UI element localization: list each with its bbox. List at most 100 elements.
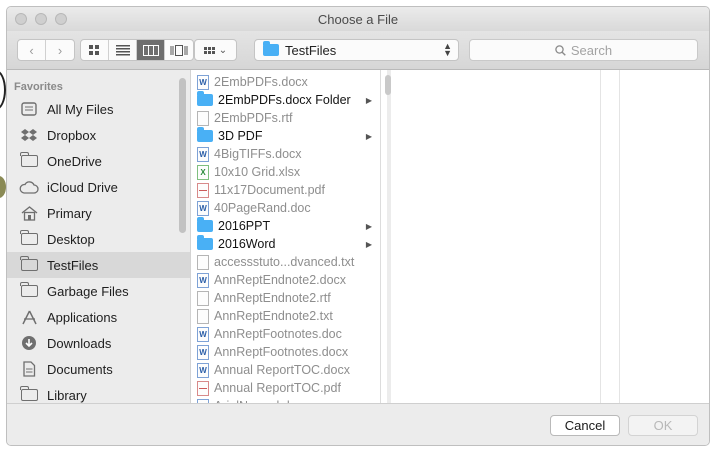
document-icon [197,290,209,306]
cloud-icon [19,152,39,169]
list-view-icon [115,44,130,55]
empty-column [601,70,620,403]
file-row[interactable]: W AnnReptEndnote2.docx [191,271,380,289]
file-row[interactable]: AnnReptEndnote2.rtf [191,289,380,307]
sidebar-item-downloads[interactable]: Downloads [7,330,190,356]
sidebar-item-testfiles[interactable]: TestFiles [7,252,190,278]
sidebar-item-garbage-files[interactable]: Garbage Files [7,278,190,304]
sidebar-item-applications[interactable]: Applications [7,304,190,330]
folder-icon [197,217,213,232]
sidebar-item-primary[interactable]: Primary [7,200,190,226]
icon-view-icon [89,44,99,55]
folder-row[interactable]: 2EmbPDFs.docx Folder ▶ [191,91,380,109]
column-view-button[interactable] [137,40,165,60]
file-name: 3D PDF [218,129,263,143]
folder-row[interactable]: 2016PPT ▶ [191,217,380,235]
file-name: 2EmbPDFs.docx [214,75,308,89]
sidebar-item-desktop[interactable]: Desktop [7,226,190,252]
empty-column [620,70,709,403]
chevron-left-icon: ‹ [29,42,34,58]
path-label: TestFiles [285,42,337,58]
sidebar-item-onedrive[interactable]: OneDrive [7,148,190,174]
file-name: AnnReptFootnotes.docx [214,345,349,359]
pdf-document-icon: — [197,182,209,198]
file-row[interactable]: — Annual ReportTOC.pdf [191,379,380,397]
file-row[interactable]: W AnnReptFootnotes.docx [191,343,380,361]
close-window-icon[interactable] [15,13,27,25]
dropbox-icon [19,127,39,143]
file-row[interactable]: — 11x17Document.pdf [191,181,380,199]
file-row[interactable]: W Annual ReportTOC.docx [191,361,380,379]
word-document-icon: W [197,74,209,90]
sidebar-item-documents[interactable]: Documents [7,356,190,382]
sidebar-item-icloud-drive[interactable]: iCloud Drive [7,174,190,200]
coverflow-view-icon [170,44,188,56]
folder-row[interactable]: 2016Word ▶ [191,235,380,253]
folder-icon [263,41,279,56]
word-document-icon: W [197,200,209,216]
file-row[interactable]: W 2EmbPDFs.docx [191,73,380,91]
word-document-icon: W [197,146,209,162]
file-row[interactable]: W 4BigTIFFs.docx [191,145,380,163]
file-name: accessstuto...dvanced.txt [214,255,355,269]
sidebar-item-all-my-files[interactable]: All My Files [7,96,190,122]
file-name: 11x17Document.pdf [214,183,325,197]
zoom-window-icon[interactable] [55,13,67,25]
icon-view-button[interactable] [81,40,109,60]
sidebar-header: Favorites [14,81,63,93]
file-name: 2016PPT [218,219,271,233]
file-row[interactable]: X 10x10 Grid.xlsx [191,163,380,181]
folder-row[interactable]: 3D PDF ▶ [191,127,380,145]
file-name: AnnReptEndnote2.txt [214,309,333,323]
word-document-icon: W [197,326,209,342]
word-document-icon: W [197,272,209,288]
file-name: 4BigTIFFs.docx [214,147,302,161]
file-row[interactable]: accessstuto...dvanced.txt [191,253,380,271]
folder-icon [197,235,213,250]
folder-icon [197,91,213,106]
downloads-icon [19,335,39,351]
disclosure-arrow-icon: ▶ [365,221,372,231]
file-name: AnnReptFootnotes.doc [214,327,342,341]
disclosure-arrow-icon: ▶ [365,131,372,141]
arrange-grid-icon [203,46,215,54]
cancel-button[interactable]: Cancel [550,415,620,436]
forward-button[interactable]: › [46,40,74,60]
search-field[interactable]: Search [469,39,698,61]
disclosure-arrow-icon: ▶ [365,239,372,249]
file-row[interactable]: AnnReptEndnote2.txt [191,307,380,325]
file-name: 40PageRand.doc [214,201,311,215]
dialog-footer: Cancel OK [7,403,709,445]
list-view-button[interactable] [109,40,137,60]
back-button[interactable]: ‹ [18,40,46,60]
search-icon [555,44,566,56]
folder-icon [19,282,39,299]
search-placeholder: Search [570,42,613,58]
minimize-window-icon[interactable] [35,13,47,25]
file-name: AnnReptEndnote2.rtf [214,291,331,305]
documents-icon [19,361,39,377]
coverflow-view-button[interactable] [165,40,193,60]
file-row[interactable]: W AnnReptFootnotes.doc [191,325,380,343]
folder-icon [19,386,39,403]
sidebar-item-dropbox[interactable]: Dropbox [7,122,190,148]
disclosure-arrow-icon: ▶ [365,95,372,105]
sidebar-item-label: Library [47,387,87,403]
file-row[interactable]: 2EmbPDFs.rtf [191,109,380,127]
updown-chevron-icon: ▲ ▼ [443,41,452,58]
arrange-menu-button[interactable]: ⌄ [194,39,237,61]
path-popup[interactable]: TestFiles ▲ ▼ [254,39,459,61]
sidebar-item-label: TestFiles [47,257,99,273]
chevron-right-icon: › [57,42,63,58]
dialog-title: Choose a File [317,11,399,27]
file-row[interactable]: W 40PageRand.doc [191,199,380,217]
view-mode-buttons [80,39,194,61]
sidebar-scrollbar[interactable] [179,78,186,233]
sidebar-item-library[interactable]: Library [7,382,190,403]
empty-column [391,70,601,403]
sidebar-item-label: Documents [47,361,113,377]
sidebar-item-label: Dropbox [47,127,97,143]
sidebar-item-label: Applications [47,309,118,325]
ok-button[interactable]: OK [628,415,698,436]
file-list: W 2EmbPDFs.docx 2EmbPDFs.docx Folder ▶ 2EmbP… [191,70,380,403]
